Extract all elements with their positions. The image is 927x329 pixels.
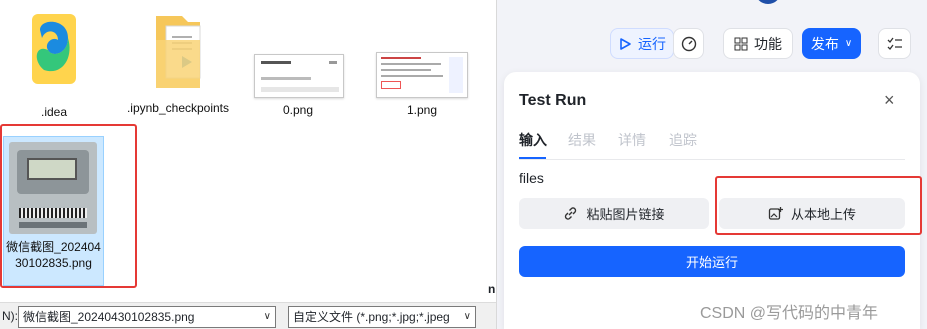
image-thumbnail (254, 54, 344, 98)
dialog-bottom-bar: N): 微信截图_20240430102835.png ∨ 自定义文件 (*.p… (0, 302, 496, 329)
tabs-divider (519, 159, 905, 160)
watermark: CSDN @写代码的中青年 (700, 305, 879, 322)
file-item-label: 1.png (406, 103, 438, 117)
grid-icon (734, 37, 748, 50)
tab-trace[interactable]: 追踪 (669, 130, 697, 150)
file-type-value: 自定义文件 (*.png;*.jpg;*.jpeg (293, 310, 450, 324)
file-item-label: 0.png (282, 103, 314, 117)
checklist-button[interactable] (878, 28, 911, 59)
gauge-icon (681, 36, 696, 51)
folder-icon (156, 16, 201, 88)
avatar (755, 0, 781, 4)
paste-link-button[interactable]: 粘贴图片链接 (519, 198, 709, 229)
image-upload-icon (768, 207, 783, 220)
filename-label: N): (2, 309, 18, 323)
panel-title: Test Run (519, 92, 587, 109)
file-item-1-png[interactable]: 1.png (372, 50, 472, 118)
run-button[interactable]: 运行 (610, 28, 674, 59)
image-thumbnail (376, 52, 468, 98)
filename-value: 微信截图_20240430102835.png (23, 310, 195, 324)
debug-button[interactable] (673, 28, 704, 59)
upload-local-button[interactable]: 从本地上传 (719, 198, 905, 229)
link-icon (565, 207, 577, 220)
feature-label: 功能 (754, 35, 782, 52)
file-item-selected[interactable]: 微信截图_20240430102835.png (3, 136, 104, 286)
close-icon[interactable]: × (884, 90, 895, 111)
image-thumbnail (9, 142, 97, 234)
file-item-label: .ipynb_checkpoints (126, 101, 230, 115)
start-run-button[interactable]: 开始运行 (519, 246, 905, 277)
run-label: 运行 (638, 35, 666, 52)
start-run-label: 开始运行 (685, 255, 738, 270)
upload-local-label: 从本地上传 (790, 207, 856, 222)
filename-input[interactable]: 微信截图_20240430102835.png ∨ (18, 306, 276, 328)
publish-button[interactable]: 发布 ∨ (802, 28, 861, 59)
paste-link-label: 粘贴图片链接 (586, 207, 665, 222)
files-field-label: files (519, 170, 544, 186)
tab-result[interactable]: 结果 (568, 130, 596, 150)
file-item-idea[interactable]: .idea (14, 10, 94, 120)
file-item-label: .idea (40, 105, 68, 119)
file-item-label: 微信截图_20240430102835.png (6, 240, 101, 270)
file-type-select[interactable]: 自定义文件 (*.png;*.jpg;*.jpeg ∨ (288, 306, 476, 328)
chevron-down-icon[interactable]: ∨ (264, 307, 271, 327)
tab-detail[interactable]: 详情 (618, 130, 646, 150)
feature-button[interactable]: 功能 (723, 28, 793, 59)
file-item-ipynb-checkpoints[interactable]: .ipynb_checkpoints (126, 10, 230, 116)
publish-label: 发布 (810, 35, 839, 52)
play-icon (620, 37, 631, 50)
file-item-0-png[interactable]: 0.png (248, 50, 348, 118)
tab-input[interactable]: 输入 (519, 130, 547, 150)
test-run-panel: Test Run × 输入 结果 详情 追踪 files 粘贴图片链接 从本地上… (504, 72, 920, 329)
file-dialog: .idea .ipynb_checkpoints 0.png 1.png 微信截… (0, 0, 496, 329)
chevron-down-icon: ∨ (844, 38, 853, 49)
checklist-icon (887, 37, 902, 50)
edge-app-icon (32, 14, 76, 84)
chevron-down-icon[interactable]: ∨ (464, 307, 471, 327)
side-fragment: n (488, 282, 496, 296)
